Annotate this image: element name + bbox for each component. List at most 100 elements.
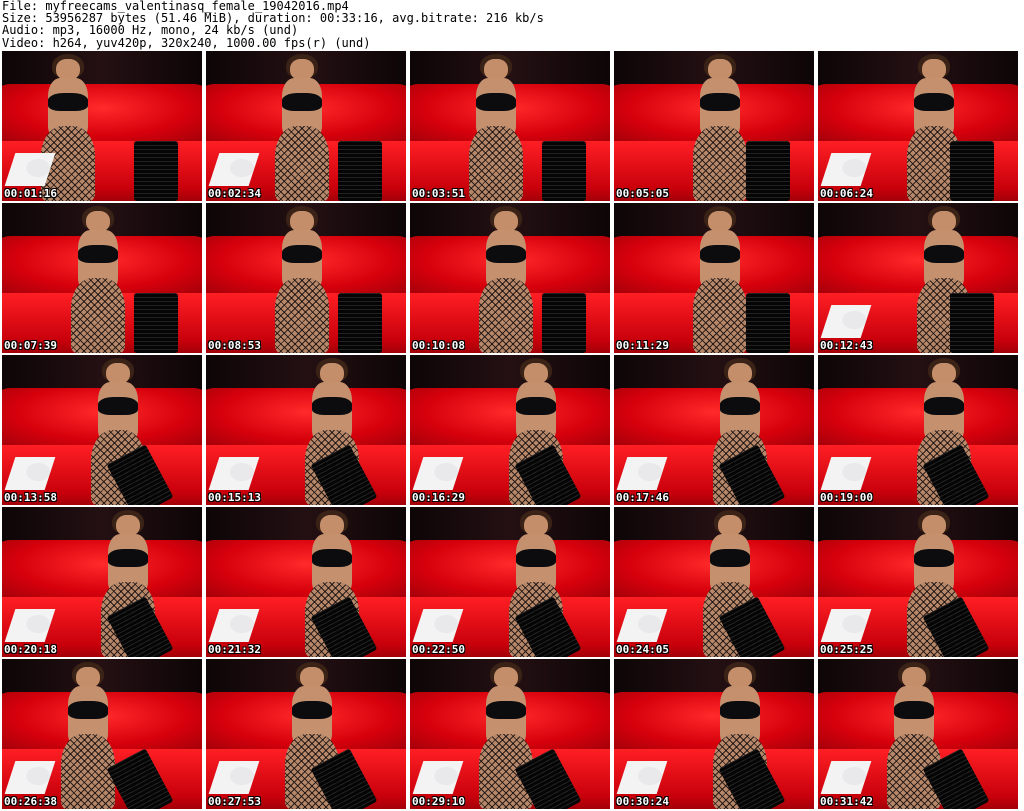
video-thumbnail: 00:26:38: [2, 659, 202, 809]
video-thumbnail: 00:31:42: [818, 659, 1018, 809]
video-thumbnail: 00:16:29: [410, 355, 610, 505]
thumbnail-timestamp: 00:29:10: [412, 795, 465, 808]
computer-mouse-icon: [26, 615, 50, 633]
figure-bra: [281, 245, 323, 263]
figure-face: [728, 666, 752, 688]
thumbnail-timestamp: 00:25:25: [820, 643, 873, 656]
computer-mouse-icon: [842, 767, 866, 785]
thumbnail-timestamp: 00:30:24: [616, 795, 669, 808]
computer-mouse-icon: [842, 311, 866, 329]
file-info-header: File: myfreecams_valentinasq_female_1904…: [2, 0, 1022, 50]
keyboard-icon: [134, 141, 178, 201]
computer-mouse-icon: [26, 767, 50, 785]
thumbnail-timestamp: 00:12:43: [820, 339, 873, 352]
figure-face: [56, 58, 80, 80]
thumbnail-timestamp: 00:27:53: [208, 795, 261, 808]
figure-legs: [478, 278, 534, 353]
thumbnail-timestamp: 00:01:16: [4, 187, 57, 200]
video-thumbnail: 00:25:25: [818, 507, 1018, 657]
figure-face: [708, 210, 732, 232]
figure-bra: [913, 93, 955, 111]
person-figure: [460, 51, 532, 201]
figure-face: [106, 362, 130, 384]
figure-bra: [97, 397, 139, 415]
video-thumbnail: 00:24:05: [614, 507, 814, 657]
figure-bra: [923, 245, 965, 263]
figure-bra: [77, 245, 119, 263]
video-thumbnail: 00:03:51: [410, 51, 610, 201]
video-thumbnail: 00:07:39: [2, 203, 202, 353]
figure-face: [524, 514, 548, 536]
video-thumbnail: 00:17:46: [614, 355, 814, 505]
figure-legs: [274, 126, 330, 201]
figure-face: [494, 666, 518, 688]
figure-bra: [515, 549, 557, 567]
thumbnail-timestamp: 00:20:18: [4, 643, 57, 656]
figure-face: [708, 58, 732, 80]
thumbnail-timestamp: 00:11:29: [616, 339, 669, 352]
keyboard-icon: [542, 293, 586, 353]
thumbnail-timestamp: 00:19:00: [820, 491, 873, 504]
keyboard-icon: [950, 141, 994, 201]
video-thumbnail: 00:19:00: [818, 355, 1018, 505]
figure-bra: [107, 549, 149, 567]
figure-bra: [281, 93, 323, 111]
thumbnail-timestamp: 00:22:50: [412, 643, 465, 656]
thumbnail-timestamp: 00:07:39: [4, 339, 57, 352]
video-thumbnail: 00:22:50: [410, 507, 610, 657]
thumbnail-timestamp: 00:24:05: [616, 643, 669, 656]
thumbnail-timestamp: 00:21:32: [208, 643, 261, 656]
figure-face: [300, 666, 324, 688]
figure-face: [320, 514, 344, 536]
computer-mouse-icon: [842, 615, 866, 633]
person-figure: [52, 659, 124, 809]
video-thumbnail: 00:20:18: [2, 507, 202, 657]
figure-face: [320, 362, 344, 384]
figure-bra: [515, 397, 557, 415]
figure-bra: [699, 245, 741, 263]
figure-face: [116, 514, 140, 536]
video-thumbnail: 00:21:32: [206, 507, 406, 657]
thumbnail-timestamp: 00:16:29: [412, 491, 465, 504]
thumbnail-timestamp: 00:03:51: [412, 187, 465, 200]
video-info: Video: h264, yuv420p, 320x240, 1000.00 f…: [2, 35, 371, 50]
video-thumbnail: 00:02:34: [206, 51, 406, 201]
thumbnail-timestamp: 00:02:34: [208, 187, 261, 200]
figure-legs: [274, 278, 330, 353]
thumbnail-timestamp: 00:08:53: [208, 339, 261, 352]
figure-bra: [475, 93, 517, 111]
figure-face: [76, 666, 100, 688]
figure-face: [922, 514, 946, 536]
figure-bra: [893, 701, 935, 719]
computer-mouse-icon: [842, 159, 866, 177]
video-thumbnail: 00:13:58: [2, 355, 202, 505]
figure-legs: [692, 278, 748, 353]
keyboard-icon: [746, 293, 790, 353]
figure-legs: [70, 278, 126, 353]
thumbnail-timestamp: 00:31:42: [820, 795, 873, 808]
figure-bra: [485, 701, 527, 719]
figure-bra: [699, 93, 741, 111]
figure-bra: [485, 245, 527, 263]
figure-face: [902, 666, 926, 688]
figure-bra: [311, 549, 353, 567]
computer-mouse-icon: [230, 463, 254, 481]
thumbnail-timestamp: 00:10:08: [412, 339, 465, 352]
keyboard-icon: [950, 293, 994, 353]
video-thumbnail: 00:05:05: [614, 51, 814, 201]
video-thumbnail: 00:08:53: [206, 203, 406, 353]
figure-bra: [311, 397, 353, 415]
computer-mouse-icon: [434, 767, 458, 785]
computer-mouse-icon: [26, 159, 50, 177]
figure-face: [932, 362, 956, 384]
computer-mouse-icon: [434, 615, 458, 633]
person-figure: [266, 203, 338, 353]
computer-mouse-icon: [26, 463, 50, 481]
thumbnail-timestamp: 00:15:13: [208, 491, 261, 504]
figure-face: [728, 362, 752, 384]
figure-bra: [47, 93, 89, 111]
video-thumbnail: 00:15:13: [206, 355, 406, 505]
figure-face: [484, 58, 508, 80]
person-figure: [266, 51, 338, 201]
figure-bra: [67, 701, 109, 719]
